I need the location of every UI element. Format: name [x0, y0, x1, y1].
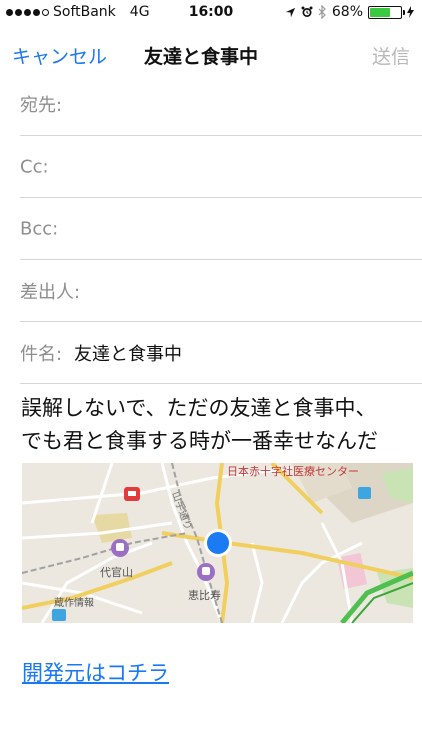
location-arrow-icon — [285, 7, 295, 17]
map-label-ebisu: 恵比寿 — [188, 588, 221, 602]
status-bar: SoftBank 4G 16:00 68% — [0, 0, 422, 26]
ebisu-station-icon — [197, 563, 215, 581]
map-canvas: 日本赤十字社医療センター 代官山 恵比寿 山手通り 蔵作情報 — [22, 463, 413, 623]
message-line-2: でも君と食事する時が一番幸せなんだ — [21, 429, 378, 453]
cancel-button[interactable]: キャンセル — [12, 42, 107, 69]
from-field[interactable]: 差出人: — [20, 260, 422, 322]
message-body[interactable]: 誤解しないで、ただの友達と食事中、 でも君と食事する時が一番幸せなんだ — [21, 392, 378, 458]
map-label-info: 蔵作情報 — [54, 596, 94, 609]
cc-field[interactable]: Cc: — [20, 136, 422, 198]
status-right-group: 68% — [285, 4, 414, 20]
cc-label: Cc: — [20, 156, 49, 177]
map-image: 日本赤十字社医療センター 代官山 恵比寿 山手通り 蔵作情報 — [22, 463, 413, 623]
info-station-icon — [52, 609, 66, 621]
battery-percent: 68% — [331, 4, 363, 20]
send-button[interactable]: 送信 — [372, 42, 410, 69]
bcc-label: Bcc: — [20, 218, 59, 239]
message-line-1: 誤解しないで、ただの友達と食事中、 — [21, 396, 377, 420]
charging-bolt-icon — [407, 6, 414, 18]
bcc-field[interactable]: Bcc: — [20, 198, 422, 260]
map-label-daikanyama: 代官山 — [100, 565, 133, 579]
battery-icon — [368, 5, 405, 19]
hospital-icon — [358, 487, 371, 499]
current-location-pin — [204, 529, 232, 557]
developer-link[interactable]: 開発元はコチラ — [22, 657, 169, 687]
map-label-hospital: 日本赤十字社医療センター — [227, 464, 359, 478]
daikanyama-station-icon — [111, 539, 129, 557]
to-label: 宛先: — [20, 95, 63, 116]
alarm-clock-icon — [301, 6, 313, 17]
from-label: 差出人: — [20, 281, 81, 303]
page-title: 友達と食事中 — [144, 46, 259, 68]
to-field[interactable]: 宛先: — [20, 74, 422, 136]
subject-label: 件名: — [20, 343, 63, 365]
bluetooth-icon — [318, 5, 326, 19]
subject-value: 友達と食事中 — [74, 343, 182, 365]
subject-field[interactable]: 件名: 友達と食事中 — [20, 322, 422, 384]
